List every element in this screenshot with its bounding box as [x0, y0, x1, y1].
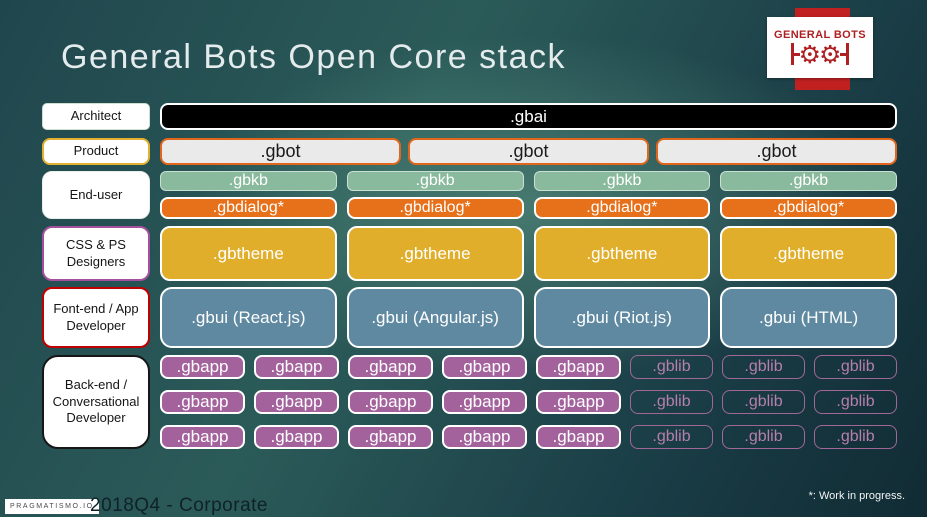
gear-icon: ⚙ [798, 39, 821, 69]
gbui-angular-box: .gbui (Angular.js) [346, 287, 524, 348]
general-bots-logo: GENERAL BOTS ⚙ ⚙ [767, 17, 873, 78]
gbkb-box: .gbkb [533, 171, 711, 191]
gblib-box: .gblib [814, 425, 897, 449]
gbapp-box: .gbapp [254, 355, 339, 379]
footer-text: 2018Q4 - Corporate [90, 495, 268, 516]
logo-wordmark: GENERAL BOTS [774, 28, 866, 41]
gbkb-box: .gbkb [720, 171, 897, 191]
gbapp-box: .gbapp [160, 425, 245, 449]
gbapp-box: .gbapp [442, 390, 527, 414]
slide: General Bots Open Core stack GENERAL BOT… [0, 0, 927, 517]
gbapp-box: .gbapp [348, 425, 433, 449]
gbui-riot-box: .gbui (Riot.js) [533, 287, 711, 348]
gblib-box: .gblib [722, 355, 805, 379]
gbkb-box: .gbkb [160, 171, 337, 191]
gbapp-box: .gbapp [442, 355, 527, 379]
gbapp-box: .gbapp [442, 425, 527, 449]
row-label-backend: Back-end / Conversational Developer [42, 355, 150, 449]
row-label-product: Product [42, 138, 150, 165]
stack-diagram: Architect .gbai Product .gbot .gbot .gbo… [42, 103, 897, 449]
gear-icon: ⚙ [819, 39, 842, 69]
gbdialog-box: .gbdialog* [346, 197, 524, 219]
gbapp-box: .gbapp [160, 355, 245, 379]
gbapp-box: .gbapp [536, 425, 621, 449]
gbapp-box: .gbapp [160, 390, 245, 414]
row-label-architect: Architect [42, 103, 150, 130]
gblib-box: .gblib [630, 390, 713, 414]
page-title: General Bots Open Core stack [61, 38, 567, 76]
gbtheme-box: .gbtheme [160, 226, 337, 281]
gbui-html-box: .gbui (HTML) [720, 287, 897, 348]
gbapp-box: .gbapp [536, 355, 621, 379]
gbapp-box: .gbapp [536, 390, 621, 414]
gbapp-box: .gbapp [254, 425, 339, 449]
gblib-box: .gblib [630, 425, 713, 449]
gear-bar-right [846, 43, 850, 65]
gbdialog-box: .gbdialog* [720, 197, 897, 219]
gbdialog-box: .gbdialog* [533, 197, 711, 219]
gblib-box: .gblib [814, 355, 897, 379]
gbapp-box: .gbapp [348, 390, 433, 414]
gbapp-box: .gbapp [348, 355, 433, 379]
gears-icon: ⚙ ⚙ [790, 39, 850, 69]
gblib-box: .gblib [630, 355, 713, 379]
gbot-box: .gbot [656, 138, 897, 165]
row-label-frontend: Font-end / App Developer [42, 287, 150, 348]
gbai-box: .gbai [160, 103, 897, 130]
gbdialog-box: .gbdialog* [160, 197, 337, 219]
gbapp-box: .gbapp [254, 390, 339, 414]
gblib-box: .gblib [722, 425, 805, 449]
gbtheme-box: .gbtheme [720, 226, 897, 281]
pragmatismo-badge: PRAGMATISMO.IO [5, 499, 99, 514]
gbtheme-box: .gbtheme [533, 226, 711, 281]
gbot-box: .gbot [408, 138, 649, 165]
gbui-react-box: .gbui (React.js) [160, 287, 337, 348]
gbtheme-box: .gbtheme [346, 226, 524, 281]
gbkb-box: .gbkb [346, 171, 524, 191]
row-label-designers: CSS & PS Designers [42, 226, 150, 281]
gbot-box: .gbot [160, 138, 401, 165]
gblib-box: .gblib [722, 390, 805, 414]
work-in-progress-note: *: Work in progress. [808, 490, 905, 502]
row-label-end-user: End-user [42, 171, 150, 219]
gblib-box: .gblib [814, 390, 897, 414]
